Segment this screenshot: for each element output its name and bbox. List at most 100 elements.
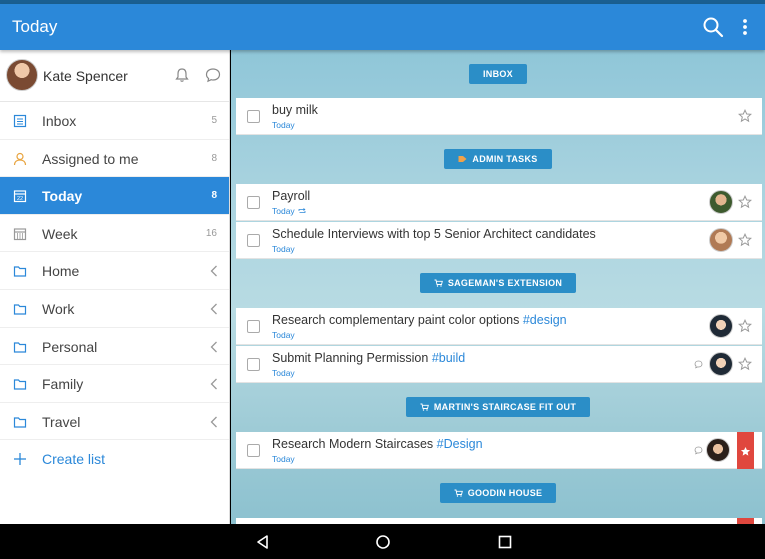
- sidebar-item-family[interactable]: Family: [0, 365, 229, 403]
- folder-icon: [13, 379, 27, 390]
- calendar-today-icon: 22: [13, 190, 27, 203]
- sidebar-item-today[interactable]: 22 Today 8: [0, 177, 229, 215]
- task-row[interactable]: Schedule Interviews with top 5 Senior Ar…: [236, 222, 762, 259]
- section-label-text: ADMIN TASKS: [472, 154, 538, 164]
- task-tag[interactable]: #build: [432, 351, 465, 365]
- chevron-left-icon[interactable]: [209, 302, 219, 316]
- starred-ribbon[interactable]: [737, 432, 754, 469]
- sidebar-item-assigned-to-me[interactable]: Assigned to me 8: [0, 140, 229, 178]
- chat-icon[interactable]: [205, 67, 221, 83]
- recents-icon[interactable]: [496, 533, 514, 551]
- section-label-text: GOODIN HOUSE: [467, 488, 543, 498]
- folder-icon: [13, 304, 27, 315]
- section-label[interactable]: SAGEMAN'S EXTENSION: [419, 273, 577, 293]
- sidebar-item-label: Assigned to me: [42, 150, 139, 167]
- avatar[interactable]: [6, 59, 38, 91]
- assignee-avatar[interactable]: [709, 314, 733, 338]
- sidebar-item-home[interactable]: Home: [0, 252, 229, 290]
- chevron-left-icon[interactable]: [209, 415, 219, 429]
- task-title: buy milk: [272, 103, 318, 117]
- calendar-week-icon: [13, 228, 27, 240]
- task-tag[interactable]: #design: [523, 313, 567, 327]
- task-checkbox[interactable]: [247, 320, 260, 333]
- sidebar-item-week[interactable]: Week 16: [0, 215, 229, 253]
- section-label[interactable]: INBOX: [468, 64, 527, 84]
- svg-text:22: 22: [17, 196, 23, 202]
- task-row[interactable]: Research Modern Staircases #Design Today: [236, 432, 762, 469]
- task-row[interactable]: Payroll Today: [236, 184, 762, 221]
- assignee-avatar[interactable]: [709, 352, 733, 376]
- assignee-avatar[interactable]: [709, 228, 733, 252]
- task-title: Submit Planning Permission #build: [272, 351, 465, 365]
- task-title: Schedule Interviews with top 5 Senior Ar…: [272, 227, 596, 241]
- task-title: Research Modern Staircases #Design: [272, 437, 483, 451]
- task-row[interactable]: buy milk Today: [236, 98, 762, 135]
- cart-icon: [420, 403, 429, 411]
- star-icon[interactable]: [738, 357, 752, 371]
- assignee-avatar[interactable]: [706, 438, 730, 462]
- section-label-text: INBOX: [482, 69, 513, 79]
- sidebar-item-work[interactable]: Work: [0, 290, 229, 328]
- back-icon[interactable]: [254, 533, 272, 551]
- comment-icon: [694, 446, 703, 455]
- folder-icon: [13, 266, 27, 277]
- section-label[interactable]: ADMIN TASKS: [444, 149, 552, 169]
- sidebar: Kate Spencer Inbox 5 Assigned to me 8 22…: [0, 50, 230, 524]
- home-icon[interactable]: [374, 533, 392, 551]
- create-list-button[interactable]: Create list: [0, 440, 229, 478]
- task-due: Today: [272, 244, 295, 254]
- sidebar-item-label: Today: [42, 188, 83, 205]
- star-icon[interactable]: [738, 195, 752, 209]
- inbox-icon: [13, 114, 27, 128]
- task-checkbox[interactable]: [247, 196, 260, 209]
- task-title: Payroll: [272, 189, 310, 203]
- task-checkbox[interactable]: [247, 444, 260, 457]
- task-row[interactable]: Research complementary paint color optio…: [236, 308, 762, 345]
- section-header-goodin-house: GOODIN HOUSE: [231, 483, 765, 503]
- sidebar-item-count: 16: [205, 227, 217, 239]
- more-vert-icon[interactable]: [736, 16, 754, 38]
- sidebar-item-count: 8: [211, 152, 217, 164]
- section-label[interactable]: MARTIN'S STAIRCASE FIT OUT: [405, 397, 591, 417]
- bell-icon[interactable]: [174, 67, 190, 83]
- task-title-text: Research Modern Staircases: [272, 437, 434, 451]
- task-row[interactable]: Submit Planning Permission #build Today: [236, 346, 762, 383]
- task-due: Today: [272, 454, 295, 464]
- page-title: Today: [12, 17, 58, 36]
- sidebar-item-label: Week: [42, 225, 78, 242]
- task-checkbox[interactable]: [247, 234, 260, 247]
- section-label-text: MARTIN'S STAIRCASE FIT OUT: [433, 402, 577, 412]
- chevron-left-icon[interactable]: [209, 340, 219, 354]
- search-icon[interactable]: [702, 16, 724, 38]
- task-due: Today: [272, 120, 295, 130]
- sidebar-item-label: Family: [42, 376, 84, 393]
- section-label[interactable]: GOODIN HOUSE: [439, 483, 557, 503]
- task-title-text: Submit Planning Permission: [272, 351, 429, 365]
- task-due: Today: [272, 206, 306, 216]
- sidebar-item-travel[interactable]: Travel: [0, 403, 229, 441]
- assignee-avatar[interactable]: [709, 190, 733, 214]
- profile-header[interactable]: Kate Spencer: [0, 50, 229, 102]
- plus-icon: [14, 453, 26, 466]
- star-icon[interactable]: [738, 233, 752, 247]
- star-filled-icon: [740, 446, 751, 456]
- section-header-admin-tasks: ADMIN TASKS: [231, 149, 765, 169]
- task-checkbox[interactable]: [247, 110, 260, 123]
- section-header-inbox: INBOX: [231, 64, 765, 84]
- sidebar-item-inbox[interactable]: Inbox 5: [0, 102, 229, 140]
- sidebar-item-personal[interactable]: Personal: [0, 328, 229, 366]
- task-list-area: INBOX buy milk Today ADMIN TASKS Payroll…: [231, 50, 765, 524]
- section-header-martins-staircase-fit-out: MARTIN'S STAIRCASE FIT OUT: [231, 397, 765, 417]
- task-checkbox[interactable]: [247, 358, 260, 371]
- star-icon[interactable]: [738, 109, 752, 123]
- chevron-left-icon[interactable]: [209, 377, 219, 391]
- sidebar-item-label: Travel: [42, 413, 81, 430]
- chevron-left-icon[interactable]: [209, 264, 219, 278]
- sidebar-item-label: Work: [42, 300, 75, 317]
- folder-icon: [13, 417, 27, 428]
- task-due: Today: [272, 368, 295, 378]
- person-icon: [13, 152, 27, 165]
- task-tag[interactable]: #Design: [437, 437, 483, 451]
- section-label-text: SAGEMAN'S EXTENSION: [447, 278, 563, 288]
- star-icon[interactable]: [738, 319, 752, 333]
